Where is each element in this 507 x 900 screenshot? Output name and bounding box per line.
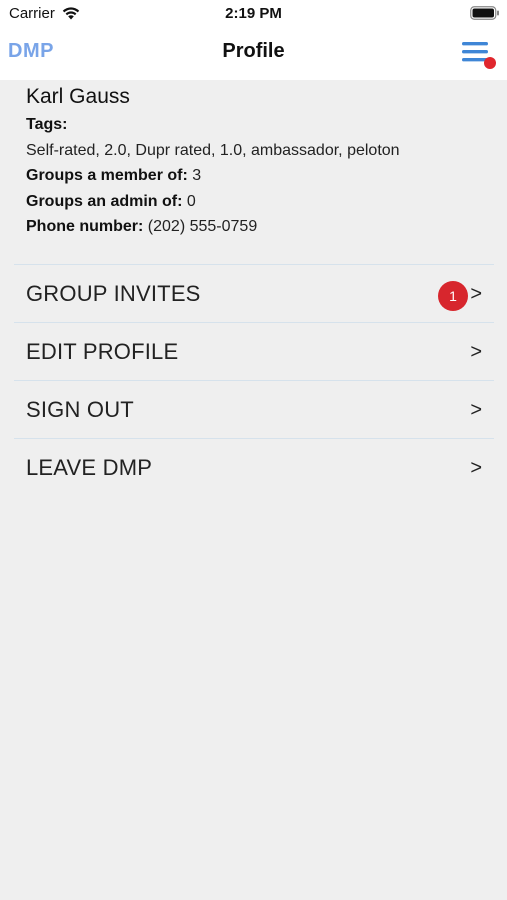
phone-value: (202) 555-0759 xyxy=(147,218,258,235)
menu-item-label: LEAVE DMP xyxy=(26,455,153,480)
status-bar: Carrier 2:19 PM xyxy=(0,0,507,28)
sign-out-item[interactable]: SIGN OUT > xyxy=(14,380,494,438)
chevron-right-icon: > xyxy=(470,399,482,421)
leave-dmp-item[interactable]: LEAVE DMP > xyxy=(14,438,494,496)
nav-bar: DMP Profile xyxy=(0,28,507,80)
battery-icon xyxy=(470,6,499,20)
member-row: Groups a member of: 3 xyxy=(26,163,496,189)
phone-label: Phone number: xyxy=(26,218,144,235)
menu-item-label: EDIT PROFILE xyxy=(26,339,179,364)
chevron-right-icon: > xyxy=(470,283,482,305)
admin-row: Groups an admin of: 0 xyxy=(26,189,496,215)
member-value: 3 xyxy=(192,167,202,184)
menu-item-label: GROUP INVITES xyxy=(26,281,201,306)
tags-label: Tags: xyxy=(26,116,68,133)
tags-row: Tags: xyxy=(26,112,496,138)
menu-item-label: SIGN OUT xyxy=(26,397,134,422)
admin-label: Groups an admin of: xyxy=(26,192,183,210)
profile-name: Karl Gauss xyxy=(26,85,130,108)
edit-profile-item[interactable]: EDIT PROFILE > xyxy=(14,322,494,380)
notification-dot xyxy=(484,57,496,69)
invite-count-badge: 1 xyxy=(438,281,468,311)
chevron-right-icon: > xyxy=(470,341,482,363)
chevron-right-icon: > xyxy=(470,457,482,479)
page-title: Profile xyxy=(222,40,285,62)
profile-info: Karl Gauss Tags: Self-rated, 2.0, Dupr r… xyxy=(26,84,496,240)
member-label: Groups a member of: xyxy=(26,167,188,184)
status-time: 2:19 PM xyxy=(225,5,282,22)
phone-row: Phone number: (202) 555-0759 xyxy=(26,214,496,240)
group-invites-item[interactable]: GROUP INVITES 1 > xyxy=(14,264,494,322)
menu-button[interactable] xyxy=(458,38,498,72)
profile-menu: GROUP INVITES 1 > EDIT PROFILE > SIGN OU… xyxy=(14,264,494,496)
tags-value: Self-rated, 2.0, Dupr rated, 1.0, ambass… xyxy=(26,141,400,159)
admin-value: 0 xyxy=(186,192,196,210)
